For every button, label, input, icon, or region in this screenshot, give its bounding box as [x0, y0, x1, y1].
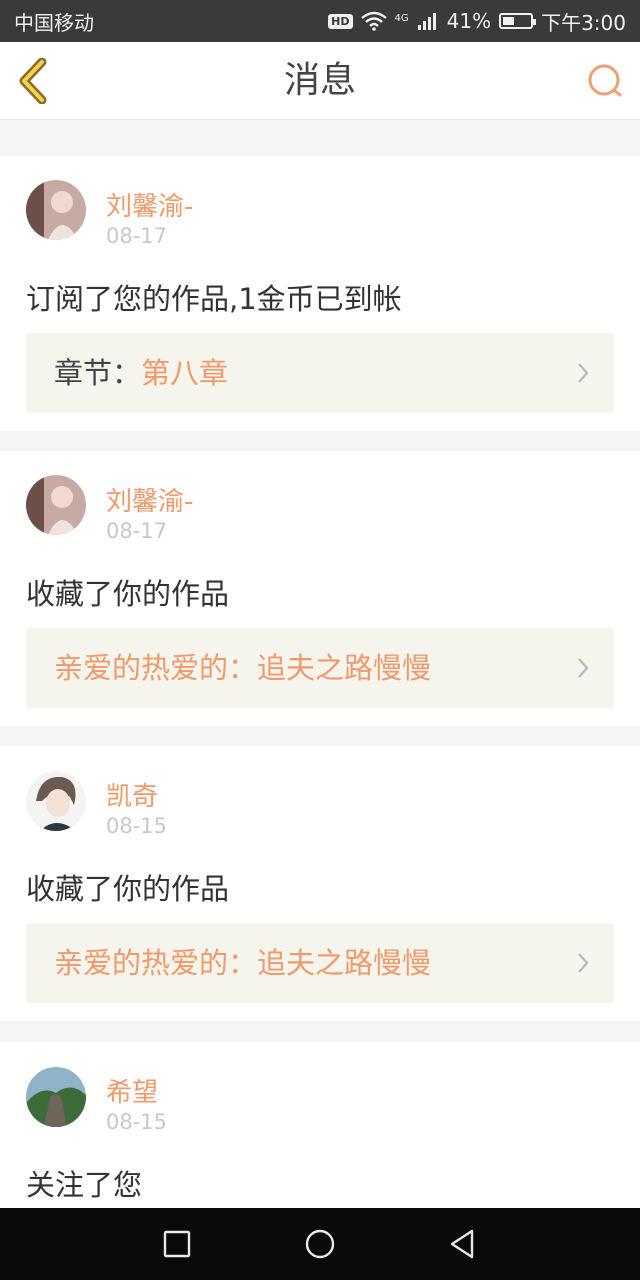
status-bar: 中国移动 HD 4G 41% 下午3:00	[0, 0, 640, 42]
avatar-image	[26, 771, 86, 831]
username[interactable]: 刘馨渝-	[106, 481, 193, 518]
battery-percent: 41%	[446, 9, 492, 33]
chevron-right-icon	[578, 658, 589, 678]
message-list: 刘馨渝- 08-17 订阅了您的作品,1金币已到帐 章节：第八章 刘馨渝- 08…	[0, 120, 640, 1208]
message-item[interactable]: 刘馨渝- 08-17 收藏了你的作品 亲爱的热爱的：追夫之路慢慢	[0, 451, 640, 726]
hd-badge: HD	[328, 13, 353, 29]
avatar[interactable]	[26, 475, 86, 535]
work-link[interactable]: 亲爱的热爱的：追夫之路慢慢	[26, 923, 614, 1003]
system-nav-bar	[0, 1208, 640, 1280]
message-text: 收藏了你的作品	[26, 577, 230, 611]
home-icon[interactable]	[304, 1228, 336, 1260]
battery-icon	[499, 13, 537, 29]
work-title: 亲爱的热爱的：追夫之路慢慢	[54, 651, 432, 685]
avatar[interactable]	[26, 1067, 86, 1127]
message-text: 关注了您	[26, 1168, 143, 1202]
status-icons: HD 4G 41% 下午3:00	[328, 7, 626, 36]
recent-apps-icon[interactable]	[161, 1228, 193, 1260]
message-item[interactable]: 刘馨渝- 08-17 订阅了您的作品,1金币已到帐 章节：第八章	[0, 156, 640, 431]
chevron-right-icon	[578, 363, 589, 383]
clock: 下午3:00	[541, 10, 626, 35]
chapter-name: 第八章	[141, 356, 229, 390]
message-text: 收藏了你的作品	[26, 872, 230, 906]
search-icon[interactable]	[586, 62, 624, 100]
username[interactable]: 凯奇	[106, 776, 158, 813]
username[interactable]: 希望	[106, 1072, 158, 1109]
back-icon[interactable]	[446, 1228, 478, 1260]
message-date: 08-17	[106, 224, 168, 248]
work-link[interactable]: 亲爱的热爱的：追夫之路慢慢	[26, 628, 614, 708]
signal-icon	[417, 13, 436, 30]
avatar[interactable]	[26, 180, 86, 240]
page-title: 消息	[283, 60, 356, 101]
message-item[interactable]: 凯奇 08-15 收藏了你的作品 亲爱的热爱的：追夫之路慢慢	[0, 746, 640, 1021]
message-item[interactable]: 希望 08-15 关注了您	[0, 1042, 640, 1208]
chevron-right-icon	[578, 953, 589, 973]
avatar-image	[26, 1067, 86, 1127]
network-type: 4G	[394, 12, 409, 24]
chapter-label: 章节：	[54, 356, 142, 390]
message-date: 08-17	[106, 519, 168, 543]
chapter-ref: 章节：第八章	[54, 333, 228, 413]
wifi-icon	[360, 11, 387, 31]
chapter-link[interactable]: 章节：第八章	[26, 333, 614, 413]
message-date: 08-15	[106, 814, 168, 838]
message-text: 订阅了您的作品,1金币已到帐	[26, 282, 402, 316]
avatar-image	[26, 180, 86, 240]
message-date: 08-15	[106, 1110, 168, 1134]
username[interactable]: 刘馨渝-	[106, 186, 193, 223]
avatar-image	[26, 475, 86, 535]
work-title: 亲爱的热爱的：追夫之路慢慢	[54, 946, 432, 980]
carrier-name: 中国移动	[14, 10, 94, 35]
nav-bar: 消息	[0, 42, 640, 120]
avatar[interactable]	[26, 771, 86, 831]
